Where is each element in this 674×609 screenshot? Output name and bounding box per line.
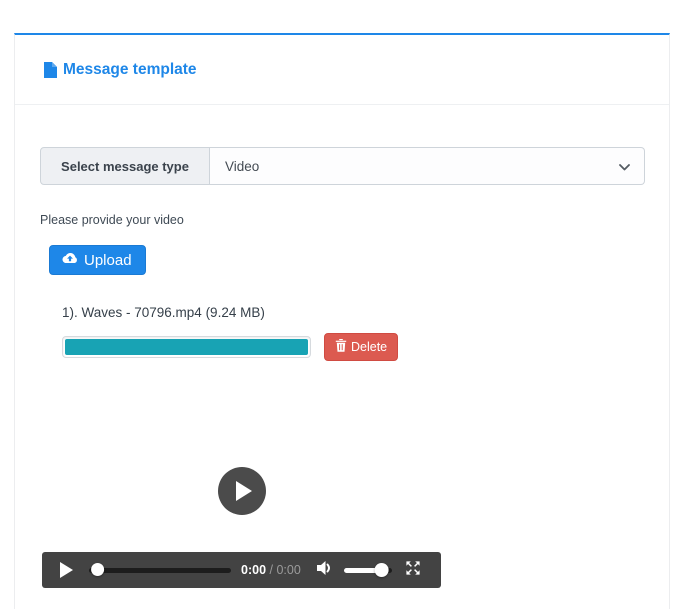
big-play-button[interactable]	[218, 467, 266, 515]
player-controls: 0:00 / 0:00	[42, 552, 441, 588]
seek-bar[interactable]	[89, 563, 231, 577]
upload-progress	[62, 336, 311, 358]
upload-button-label: Upload	[84, 252, 132, 269]
card-header: Message template	[15, 35, 669, 105]
progress-row: Delete	[62, 333, 645, 361]
page: Message template Select message type Vid…	[0, 0, 674, 609]
message-template-card: Message template Select message type Vid…	[14, 33, 670, 609]
chevron-down-icon	[619, 159, 630, 174]
current-time: 0:00	[241, 563, 266, 577]
message-type-group: Select message type Video	[40, 147, 645, 185]
delete-button-label: Delete	[351, 340, 387, 354]
volume-slider[interactable]	[344, 563, 392, 577]
trash-icon	[335, 339, 347, 355]
message-type-select[interactable]: Video	[210, 147, 645, 185]
page-title: Message template	[44, 61, 197, 79]
fullscreen-icon	[405, 560, 421, 581]
cloud-upload-icon	[61, 252, 79, 269]
helper-text: Please provide your video	[40, 213, 645, 227]
mute-button[interactable]	[315, 560, 333, 581]
play-icon	[236, 481, 252, 501]
delete-button[interactable]: Delete	[324, 333, 398, 361]
speaker-icon	[315, 560, 333, 581]
select-message-type-label: Select message type	[40, 147, 210, 185]
time-display: 0:00 / 0:00	[241, 563, 301, 577]
file-icon	[44, 62, 57, 78]
play-button[interactable]	[60, 562, 73, 578]
volume-thumb[interactable]	[375, 563, 389, 577]
upload-button[interactable]: Upload	[49, 245, 146, 275]
fullscreen-button[interactable]	[405, 560, 421, 581]
progress-fill	[65, 339, 308, 355]
card-body: Select message type Video Please provide…	[15, 105, 669, 589]
seek-thumb[interactable]	[91, 563, 104, 576]
seek-track	[89, 568, 231, 573]
message-type-selected-value: Video	[225, 159, 259, 174]
page-title-text: Message template	[63, 61, 197, 79]
video-player: 0:00 / 0:00	[42, 387, 441, 589]
duration: 0:00	[276, 563, 300, 577]
uploaded-file-label: 1). Waves - 70796.mp4 (9.24 MB)	[62, 305, 645, 320]
